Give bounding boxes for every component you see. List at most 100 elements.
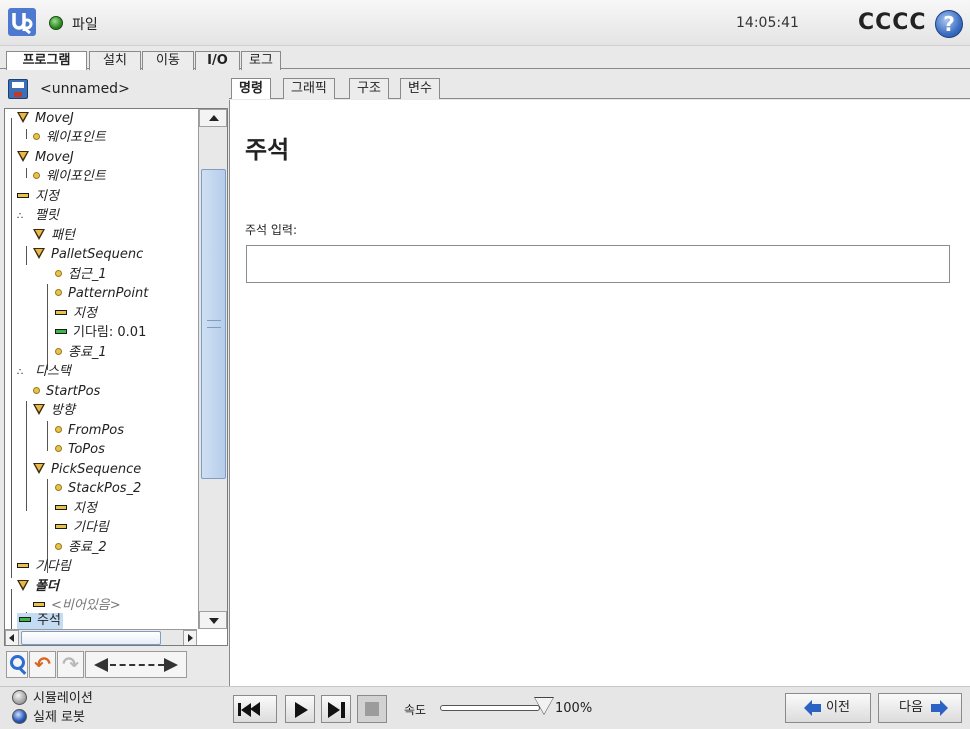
- search-icon[interactable]: [6, 651, 28, 678]
- tree-item[interactable]: 지정: [17, 187, 59, 206]
- undo-icon[interactable]: ↶: [29, 651, 56, 678]
- program-header: <unnamed>: [4, 76, 228, 102]
- tree-item[interactable]: PalletSequenc: [33, 245, 143, 264]
- speed-value: 100%: [555, 701, 593, 716]
- comment-input[interactable]: [246, 245, 950, 283]
- save-icon[interactable]: [8, 79, 28, 99]
- tree-item[interactable]: PatternPoint: [55, 284, 148, 303]
- tree-item[interactable]: 기다림: [55, 518, 109, 537]
- tree-item[interactable]: StartPos: [33, 382, 100, 401]
- tree-item[interactable]: 웨이포인트: [33, 167, 106, 186]
- pallet-dots-icon: ∴: [17, 211, 23, 222]
- play-button[interactable]: [285, 695, 315, 723]
- tab-command[interactable]: 명령: [231, 78, 271, 99]
- waypoint-dot-icon: [55, 348, 62, 355]
- waypoint-dot-icon: [33, 172, 40, 179]
- tree-item[interactable]: 패턴: [33, 226, 75, 245]
- tree-item[interactable]: 종료_1: [55, 343, 107, 362]
- tree-item[interactable]: 기다림: 0.01: [55, 323, 146, 342]
- speed-label: 속도: [404, 703, 427, 717]
- move-triangle-icon: [33, 248, 45, 259]
- speed-slider[interactable]: [440, 705, 540, 711]
- main-tabs: 프로그램 설치 이동 I/O 로그: [0, 47, 970, 70]
- ur-logo-icon: [8, 8, 36, 36]
- program-name: <unnamed>: [40, 81, 130, 97]
- tree-item[interactable]: 폴더: [17, 577, 59, 596]
- scroll-down-icon[interactable]: [199, 611, 227, 629]
- waypoint-dot-icon: [55, 445, 62, 452]
- tree-item[interactable]: StackPos_2: [55, 479, 141, 498]
- step-button[interactable]: [321, 695, 351, 723]
- comment-field-label: 주석 입력:: [245, 223, 298, 237]
- help-icon[interactable]: ?: [935, 10, 963, 38]
- waypoint-dot-icon: [55, 543, 62, 550]
- tree-item[interactable]: ToPos: [55, 440, 105, 459]
- arrow-left-icon: [804, 700, 822, 716]
- robot-name: CCCC: [858, 10, 927, 35]
- set-bar-icon: [55, 310, 67, 315]
- tab-move[interactable]: 이동: [142, 51, 194, 70]
- waypoint-dot-icon: [55, 270, 62, 277]
- tree-item[interactable]: 지정: [55, 499, 97, 518]
- file-menu[interactable]: 파일: [72, 14, 98, 34]
- top-bar: 파일 14:05:41 CCCC ?: [0, 0, 970, 46]
- scroll-right-icon[interactable]: [183, 630, 197, 645]
- rewind-icon: [250, 702, 260, 716]
- tab-program[interactable]: 프로그램: [6, 51, 87, 70]
- radio-off-icon: [12, 690, 27, 705]
- command-content: 주석 주석 입력:: [229, 100, 970, 686]
- tab-graphics[interactable]: 그래픽: [283, 78, 335, 99]
- tree-item[interactable]: FromPos: [55, 421, 124, 440]
- scroll-thumb-horizontal[interactable]: [21, 631, 161, 645]
- scroll-thumb[interactable]: [201, 169, 226, 479]
- move-node-icon[interactable]: [85, 651, 187, 678]
- pallet-dots-icon: ∴: [17, 367, 23, 378]
- redo-icon[interactable]: ↷: [57, 651, 84, 678]
- sub-tabs: 명령 그래픽 구조 변수: [229, 76, 970, 99]
- file-status-icon[interactable]: [49, 16, 63, 30]
- radio-on-icon: [12, 709, 27, 724]
- move-triangle-icon: [33, 404, 45, 415]
- tree-item[interactable]: 방향: [33, 401, 75, 420]
- tab-installation[interactable]: 설치: [89, 51, 141, 70]
- waypoint-dot-icon: [33, 133, 40, 140]
- waypoint-dot-icon: [55, 484, 62, 491]
- page-title: 주석: [245, 136, 290, 164]
- tab-log[interactable]: 로그: [241, 51, 281, 70]
- wait-bar-icon: [55, 329, 67, 334]
- tree-item[interactable]: 종료_2: [55, 538, 107, 557]
- tree-item[interactable]: 지정: [55, 304, 97, 323]
- move-triangle-icon: [17, 151, 29, 162]
- tree-item[interactable]: MoveJ: [17, 148, 74, 167]
- tree-item[interactable]: 접근_1: [55, 265, 107, 284]
- next-button[interactable]: 다음: [878, 693, 962, 723]
- tree-item[interactable]: 기다림: [17, 557, 71, 576]
- move-triangle-icon: [33, 463, 45, 474]
- scroll-left-icon[interactable]: [5, 630, 19, 645]
- set-bar-icon: [55, 505, 67, 510]
- tab-variables[interactable]: 변수: [400, 78, 440, 99]
- tree-item[interactable]: ∴ 팰릿: [17, 206, 59, 225]
- program-tree: MoveJ 웨이포인트 MoveJ 웨이포인트 지정 ∴ 팰릿 패턴 Pallet…: [4, 108, 228, 646]
- simulation-radio[interactable]: 시뮬레이션: [12, 690, 93, 708]
- set-bar-icon: [17, 193, 29, 198]
- stop-button[interactable]: [357, 695, 387, 723]
- prev-button[interactable]: 이전: [785, 693, 871, 723]
- speed-slider-handle[interactable]: [534, 697, 554, 716]
- tree-item[interactable]: 웨이포인트: [33, 128, 106, 147]
- tree-horizontal-scrollbar[interactable]: [5, 629, 197, 645]
- tab-io[interactable]: I/O: [195, 51, 240, 70]
- scroll-up-icon[interactable]: [199, 109, 227, 127]
- real-robot-radio[interactable]: 실제 로봇: [12, 709, 85, 727]
- tree-item[interactable]: ∴ 디스택: [17, 362, 71, 381]
- move-triangle-icon: [33, 229, 45, 240]
- waypoint-dot-icon: [55, 289, 62, 296]
- tree-vertical-scrollbar[interactable]: [198, 109, 227, 629]
- tree-item[interactable]: PickSequence: [33, 460, 141, 479]
- tab-structure[interactable]: 구조: [349, 78, 389, 99]
- wait-bar-icon: [55, 524, 67, 529]
- comment-bar-icon: [19, 617, 31, 622]
- arrow-right-icon: [931, 700, 949, 716]
- tree-item-selected[interactable]: 주석: [17, 613, 63, 629]
- tree-item[interactable]: MoveJ: [17, 109, 74, 128]
